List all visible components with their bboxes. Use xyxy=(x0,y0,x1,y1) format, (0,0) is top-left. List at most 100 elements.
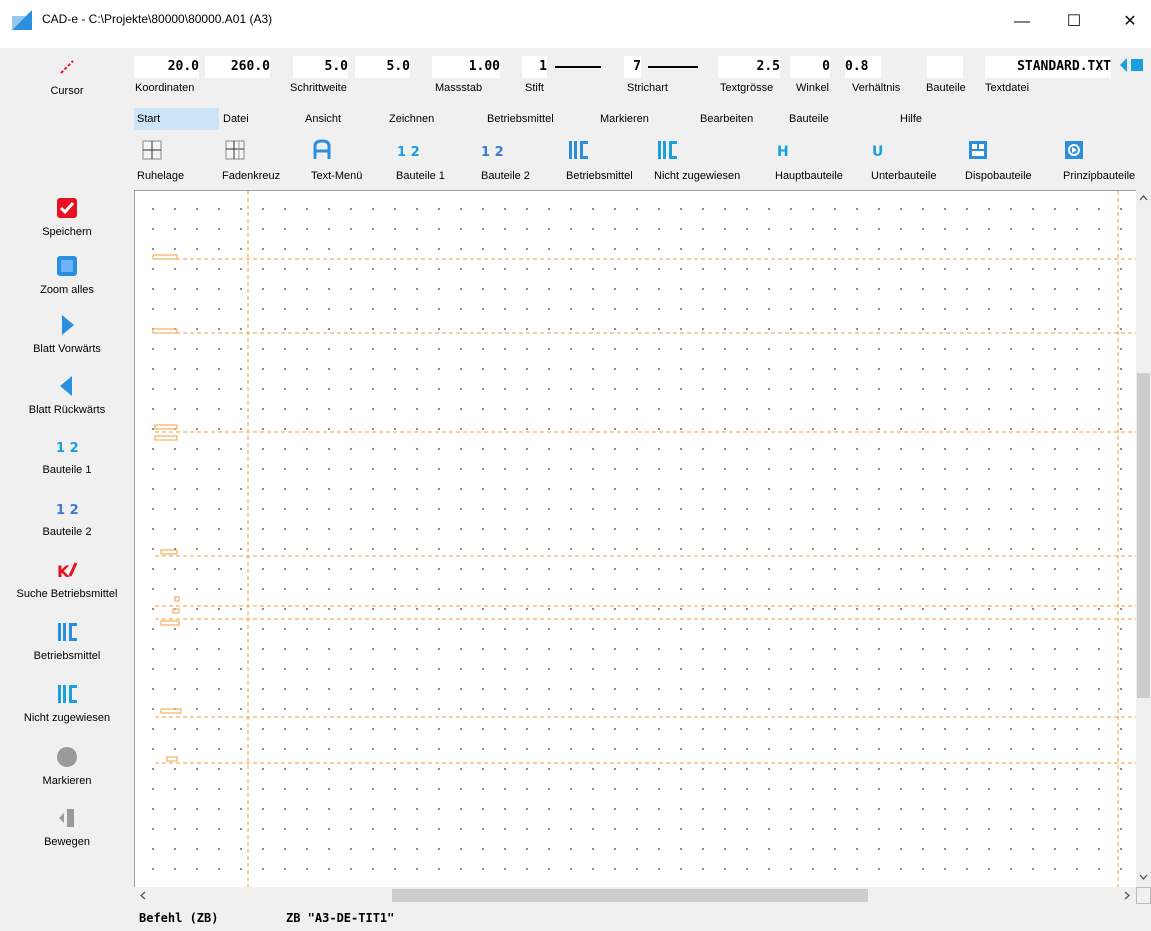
bauteile2-icon[interactable]: 1 2 xyxy=(480,138,504,162)
zoom-all-icon xyxy=(57,256,77,276)
menu-start[interactable]: Start xyxy=(134,108,219,130)
menu-ansicht[interactable]: Ansicht xyxy=(302,108,344,130)
vertical-scrollbar[interactable] xyxy=(1136,190,1151,887)
massstab-field[interactable]: 1.00 xyxy=(432,56,500,78)
title-bar: CAD-e - C:\Projekte\80000\80000.A01 (A3)… xyxy=(0,0,1151,48)
sidebar-blatt-vorwaerts[interactable]: Blatt Vorwärts xyxy=(0,313,134,355)
bauteile1-icon[interactable]: 1 2 xyxy=(396,138,420,162)
sidebar-zoom-alles[interactable]: Zoom alles xyxy=(0,254,134,296)
bauteile1-glyph: 1 2 xyxy=(397,145,420,160)
arrow-left-icon[interactable] xyxy=(1119,56,1149,74)
bauteile1-sidebar-icon: 1 2 xyxy=(56,441,79,456)
move-icon xyxy=(59,809,74,827)
minimize-button[interactable]: — xyxy=(1004,8,1040,36)
arrow-right-icon xyxy=(62,315,74,335)
cursor-tool[interactable]: Cursor xyxy=(0,55,134,97)
toolbar-label-bauteile2: Bauteile 2 xyxy=(481,170,530,182)
sidebar-bauteile2-glyph: 1 2 xyxy=(56,503,79,518)
strichart-field[interactable]: 7 xyxy=(624,56,641,78)
schrittweite-x-field[interactable]: 5.0 xyxy=(293,56,348,78)
sidebar-bewegen[interactable]: Bewegen xyxy=(0,806,134,848)
bauteile-field[interactable] xyxy=(927,56,963,78)
text-menu-icon[interactable] xyxy=(310,138,334,162)
menu-markieren[interactable]: Markieren xyxy=(597,108,652,130)
scroll-up-icon[interactable] xyxy=(1139,194,1148,203)
save-check-icon xyxy=(57,198,77,218)
cursor-label: Cursor xyxy=(50,85,84,97)
sidebar-label-suche-betriebsmittel: Suche Betriebsmittel xyxy=(16,588,118,600)
toolbar-label-betriebsmittel: Betriebsmittel xyxy=(566,170,633,182)
sidebar-label-blatt-vorwaerts: Blatt Vorwärts xyxy=(33,343,101,355)
sidebar-label-zoom-alles: Zoom alles xyxy=(40,284,94,296)
sidebar-betriebsmittel[interactable]: Betriebsmittel xyxy=(0,620,134,662)
menu-hilfe[interactable]: Hilfe xyxy=(897,108,925,130)
sidebar-label-markieren: Markieren xyxy=(42,775,92,787)
sidebar-label-betriebsmittel: Betriebsmittel xyxy=(33,650,101,662)
toolbar-label-nicht-zugewiesen: Nicht zugewiesen xyxy=(654,170,741,182)
status-bar: Befehl (ZB) ZB "A3-DE-TIT1" xyxy=(134,908,1151,928)
textdatei-field[interactable]: STANDARD.TXT xyxy=(985,56,1111,78)
toolbar-label-bauteile1: Bauteile 1 xyxy=(396,170,445,182)
sidebar-label-bewegen: Bewegen xyxy=(44,836,90,848)
sidebar-suche-betriebsmittel[interactable]: K Suche Betriebsmittel xyxy=(0,558,134,600)
massstab-label: Massstab xyxy=(435,82,483,94)
stift-label: Stift xyxy=(525,82,544,94)
arrow-left-icon xyxy=(60,376,72,396)
drawing-sheet xyxy=(152,191,1137,887)
sidebar-bauteile2[interactable]: 1 2 Bauteile 2 xyxy=(0,496,134,538)
winkel-field[interactable]: 0 xyxy=(790,56,830,78)
sidebar-label-nicht-zugewiesen: Nicht zugewiesen xyxy=(23,712,111,724)
window-title: CAD-e - C:\Projekte\80000\80000.A01 (A3) xyxy=(42,12,273,26)
dispobauteile-icon[interactable] xyxy=(966,138,990,162)
unterbauteile-icon[interactable]: U xyxy=(870,138,894,162)
scroll-down-icon[interactable] xyxy=(1139,872,1148,881)
stift-field[interactable]: 1 xyxy=(522,56,547,78)
sidebar-label-blatt-rueckwaerts: Blatt Rückwärts xyxy=(28,404,106,416)
toolbar-label-text-menu: Text-Menü xyxy=(311,170,363,182)
scroll-left-icon[interactable] xyxy=(139,891,148,900)
vertical-scroll-thumb[interactable] xyxy=(1137,373,1150,698)
horizontal-scroll-thumb[interactable] xyxy=(392,889,868,902)
fadenkreuz-icon[interactable] xyxy=(223,138,247,162)
bauteile-label: Bauteile xyxy=(926,82,966,94)
maximize-button[interactable]: ☐ xyxy=(1056,8,1092,36)
menu-bauteile[interactable]: Bauteile xyxy=(786,108,832,130)
sidebar-bauteile1[interactable]: 1 2 Bauteile 1 xyxy=(0,434,134,476)
sidebar-label-bauteile2: Bauteile 2 xyxy=(42,526,92,538)
ruhelage-icon[interactable] xyxy=(140,138,164,162)
nicht-zugewiesen-sidebar-icon xyxy=(58,685,77,703)
menu-betriebsmittel[interactable]: Betriebsmittel xyxy=(484,108,557,130)
nicht-zugewiesen-icon[interactable] xyxy=(655,138,679,162)
sidebar-blatt-rueckwaerts[interactable]: Blatt Rückwärts xyxy=(0,374,134,416)
prinzipbauteile-icon[interactable] xyxy=(1062,138,1086,162)
search-device-icon: K xyxy=(57,562,78,581)
close-button[interactable]: ✕ xyxy=(1112,8,1148,36)
strichart-label: Strichart xyxy=(627,82,668,94)
circle-icon xyxy=(57,747,77,767)
toolbar-label-hauptbauteile: Hauptbauteile xyxy=(775,170,843,182)
sidebar-markieren[interactable]: Markieren xyxy=(0,745,134,787)
toolbar-label-ruhelage: Ruhelage xyxy=(137,170,185,182)
verhaeltnis-label: Verhältnis xyxy=(852,82,901,94)
verhaeltnis-field[interactable]: 0.8 xyxy=(845,56,881,78)
betriebsmittel-icon[interactable] xyxy=(566,138,590,162)
horizontal-scrollbar[interactable] xyxy=(134,887,1136,904)
scroll-right-icon[interactable] xyxy=(1122,891,1131,900)
unterbauteile-glyph: U xyxy=(872,144,883,160)
menu-zeichnen[interactable]: Zeichnen xyxy=(386,108,437,130)
schrittweite-label: Schrittweite xyxy=(290,82,347,94)
textgroesse-label: Textgrösse xyxy=(720,82,774,94)
strichart-line-sample xyxy=(648,66,698,68)
koordinaten-y-field[interactable]: 260.0 xyxy=(205,56,270,78)
menu-bearbeiten[interactable]: Bearbeiten xyxy=(697,108,756,130)
menu-datei[interactable]: Datei xyxy=(220,108,252,130)
drawing-canvas[interactable] xyxy=(134,190,1138,888)
sidebar-speichern[interactable]: Speichern xyxy=(0,196,134,238)
command-value: ZB "A3-DE-TIT1" xyxy=(286,911,395,925)
koordinaten-x-field[interactable]: 20.0 xyxy=(134,56,199,78)
textgroesse-field[interactable]: 2.5 xyxy=(718,56,780,78)
schrittweite-y-field[interactable]: 5.0 xyxy=(355,56,410,78)
winkel-label: Winkel xyxy=(796,82,830,94)
hauptbauteile-icon[interactable]: H xyxy=(775,138,799,162)
sidebar-nicht-zugewiesen[interactable]: Nicht zugewiesen xyxy=(0,682,134,724)
